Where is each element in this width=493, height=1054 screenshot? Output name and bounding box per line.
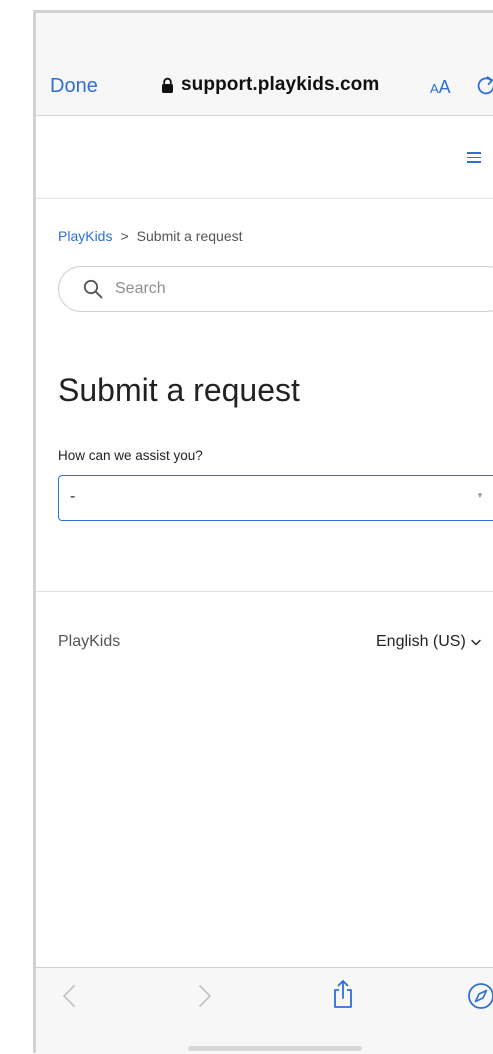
footer-divider — [36, 591, 493, 592]
home-indicator — [188, 1046, 362, 1051]
compass-icon[interactable] — [467, 982, 493, 1010]
breadcrumb-current: Submit a request — [136, 228, 243, 244]
lock-icon — [162, 77, 173, 93]
search-input[interactable] — [115, 280, 415, 298]
request-type-value: - — [70, 488, 76, 505]
page-title: Submit a request — [58, 372, 300, 408]
request-type-label: How can we assist you? — [58, 448, 203, 463]
language-label: English (US) — [376, 633, 466, 650]
site-header — [36, 116, 493, 199]
address-bar[interactable]: support.playkids.com — [161, 74, 379, 96]
select-caret-icon: ▼ — [476, 491, 484, 500]
chevron-down-icon — [471, 639, 481, 645]
hamburger-menu-icon[interactable] — [467, 152, 481, 163]
forward-chevron-icon[interactable] — [198, 984, 212, 1008]
safari-view-controller: Done support.playkids.com AA PlayKids > … — [0, 0, 493, 1054]
text-size-button[interactable]: AA — [430, 77, 451, 98]
search-box[interactable] — [58, 266, 493, 312]
url-text: support.playkids.com — [181, 74, 380, 95]
footer-brand: PlayKids — [58, 633, 121, 650]
done-button[interactable]: Done — [50, 75, 98, 98]
reload-icon[interactable] — [476, 74, 493, 98]
back-chevron-icon[interactable] — [62, 984, 76, 1008]
breadcrumb: PlayKids > Submit a request — [58, 228, 243, 244]
request-type-select[interactable]: - ▼ — [58, 475, 493, 521]
browser-bottom-toolbar — [36, 967, 493, 1054]
search-icon — [83, 279, 103, 299]
browser-top-bar: Done support.playkids.com AA — [36, 13, 493, 116]
share-icon[interactable] — [332, 979, 354, 1009]
text-size-big-a: A — [438, 77, 451, 97]
breadcrumb-home-link[interactable]: PlayKids — [58, 228, 112, 244]
breadcrumb-separator: > — [120, 228, 129, 244]
text-size-small-a: A — [430, 81, 439, 96]
language-selector[interactable]: English (US) — [376, 633, 481, 651]
